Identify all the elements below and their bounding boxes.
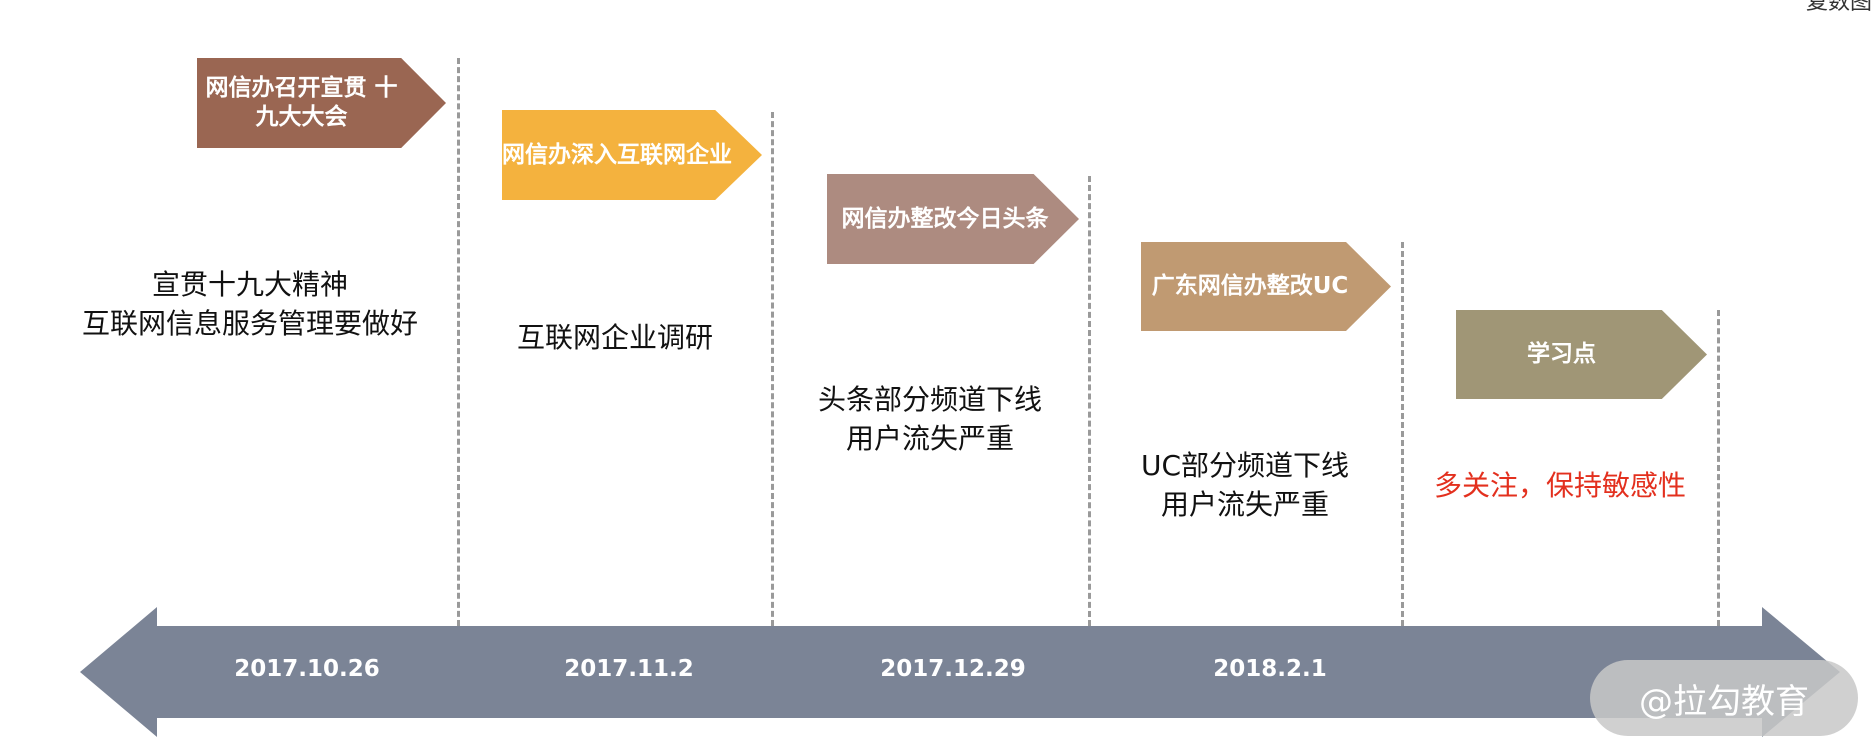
divider-1 [457,58,460,626]
timeline-diagram: 复数图 网信办召开宣贯 十九大大会 宣贯十九大精神 互联网信息服务管理要做好 2… [0,0,1876,754]
milestone-tag-5: 学习点 [1456,310,1707,399]
watermark: @拉勾教育 [1590,660,1858,736]
milestone-description-1: 宣贯十九大精神 互联网信息服务管理要做好 [81,268,418,341]
divider-2 [771,112,774,626]
milestone-description-3: 头条部分频道下线 用户流失严重 [817,383,1042,456]
milestone-date-1: 2017.10.26 [234,656,380,682]
milestone-date-3: 2017.12.29 [880,656,1026,682]
divider-4 [1401,242,1404,626]
milestone-date-2: 2017.11.2 [564,656,694,682]
milestone-description-5: 多关注，保持敏感性 [1433,469,1686,502]
divider-5 [1717,310,1720,626]
milestone-tag-4: 广东网信办整改UC [1141,242,1391,331]
milestone-description-2: 互联网企业调研 [516,321,713,354]
milestone-tag-3: 网信办整改今日头条 [827,174,1079,264]
milestone-date-4: 2018.2.1 [1213,656,1327,682]
divider-3 [1088,176,1091,626]
milestone-tag-2: 网信办深入互联网企业 [502,110,762,200]
milestone-description-4: UC部分频道下线 用户流失严重 [1140,449,1350,522]
milestone-tag-1: 网信办召开宣贯 十九大大会 [197,58,446,148]
